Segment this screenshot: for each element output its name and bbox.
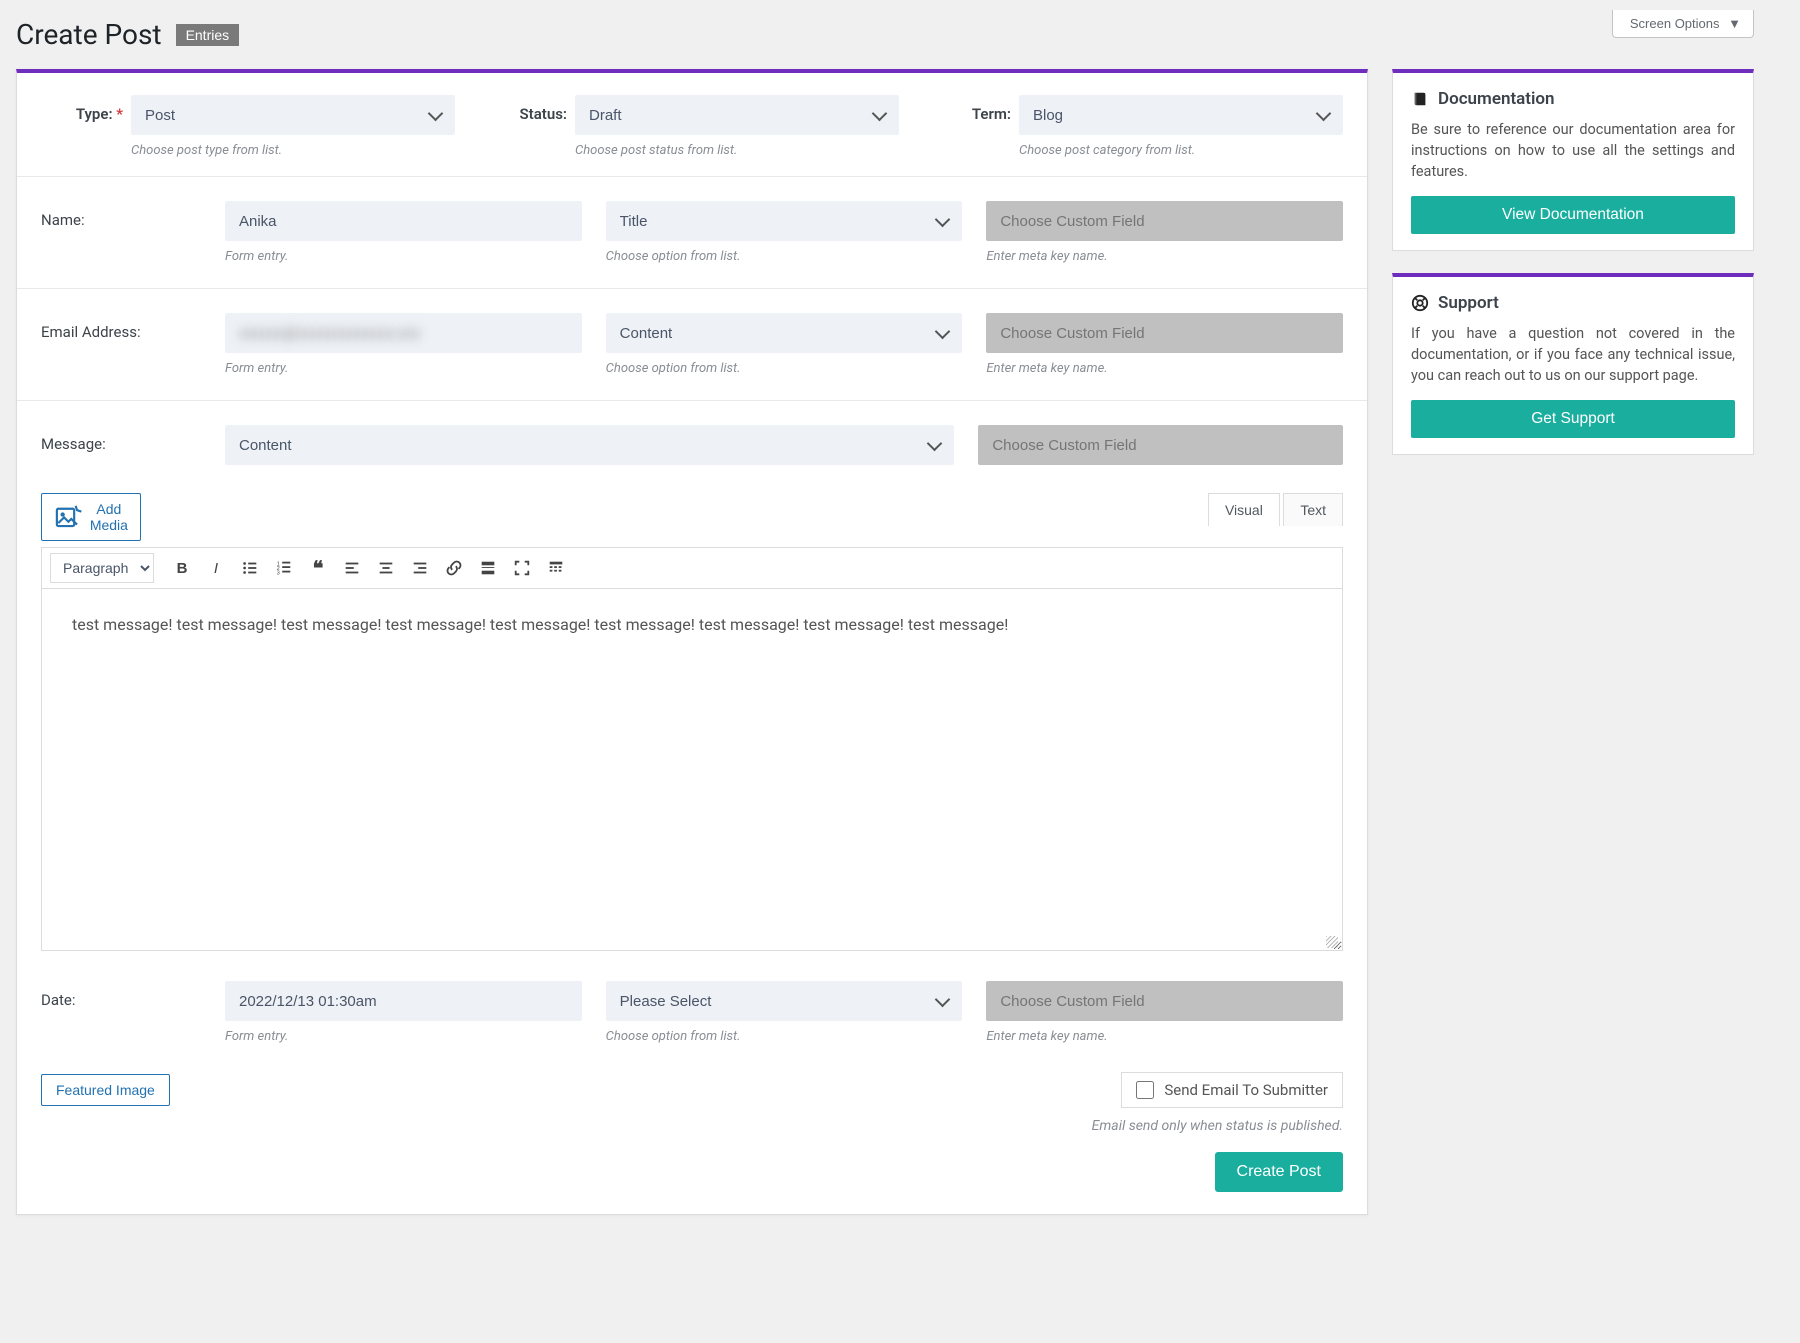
toolbar-toggle-button[interactable] bbox=[540, 553, 572, 583]
send-email-note: Email send only when status is published… bbox=[41, 1118, 1343, 1134]
status-helper: Choose post status from list. bbox=[575, 143, 899, 158]
tab-text[interactable]: Text bbox=[1283, 493, 1343, 526]
email-helper-2: Choose option from list. bbox=[606, 361, 963, 376]
type-label: Type: * bbox=[41, 95, 131, 123]
name-input[interactable] bbox=[225, 201, 582, 241]
svg-text:3: 3 bbox=[277, 570, 280, 576]
link-button[interactable] bbox=[438, 553, 470, 583]
bullet-list-button[interactable] bbox=[234, 553, 266, 583]
name-option-select[interactable]: Title bbox=[606, 201, 963, 241]
send-email-checkbox-wrap[interactable]: Send Email To Submitter bbox=[1121, 1072, 1343, 1108]
message-custom-field[interactable] bbox=[978, 425, 1343, 465]
lifebuoy-icon bbox=[1411, 294, 1429, 312]
send-email-label: Send Email To Submitter bbox=[1164, 1081, 1328, 1099]
name-custom-field[interactable] bbox=[986, 201, 1343, 241]
create-post-button[interactable]: Create Post bbox=[1215, 1152, 1343, 1192]
date-input[interactable] bbox=[225, 981, 582, 1021]
date-helper-2: Choose option from list. bbox=[606, 1029, 963, 1044]
email-custom-field[interactable] bbox=[986, 313, 1343, 353]
message-option-select[interactable]: Content bbox=[225, 425, 954, 465]
term-label: Term: bbox=[929, 95, 1019, 123]
view-documentation-button[interactable]: View Documentation bbox=[1411, 196, 1735, 234]
entries-button[interactable]: Entries bbox=[176, 24, 240, 46]
screen-options-label: Screen Options bbox=[1630, 16, 1720, 31]
screen-options-button[interactable]: Screen Options ▼ bbox=[1612, 10, 1754, 38]
email-helper-1: Form entry. bbox=[225, 361, 582, 376]
quote-button[interactable]: ❝ bbox=[302, 553, 334, 583]
book-icon bbox=[1411, 90, 1429, 108]
message-label: Message: bbox=[41, 425, 201, 453]
status-label: Status: bbox=[485, 95, 575, 123]
date-option-select[interactable]: Please Select bbox=[606, 981, 963, 1021]
name-helper-2: Choose option from list. bbox=[606, 249, 963, 264]
required-asterisk: * bbox=[116, 105, 123, 123]
documentation-panel: Documentation Be sure to reference our d… bbox=[1392, 69, 1754, 251]
term-select[interactable]: Blog bbox=[1019, 95, 1343, 135]
caret-down-icon: ▼ bbox=[1728, 16, 1741, 31]
featured-image-button[interactable]: Featured Image bbox=[41, 1074, 170, 1106]
status-select[interactable]: Draft bbox=[575, 95, 899, 135]
name-helper-3: Enter meta key name. bbox=[986, 249, 1343, 264]
email-input[interactable]: xxxxxx@xxxxxxxxxxxxx.xxx bbox=[225, 313, 582, 353]
term-helper: Choose post category from list. bbox=[1019, 143, 1343, 158]
email-label: Email Address: bbox=[41, 313, 201, 341]
type-select[interactable]: Post bbox=[131, 95, 455, 135]
name-label: Name: bbox=[41, 201, 201, 229]
numbered-list-button[interactable]: 123 bbox=[268, 553, 300, 583]
date-helper-1: Form entry. bbox=[225, 1029, 582, 1044]
support-text: If you have a question not covered in th… bbox=[1411, 323, 1735, 386]
email-helper-3: Enter meta key name. bbox=[986, 361, 1343, 376]
align-center-button[interactable] bbox=[370, 553, 402, 583]
format-select[interactable]: Paragraph bbox=[50, 553, 154, 583]
date-custom-field[interactable] bbox=[986, 981, 1343, 1021]
type-helper: Choose post type from list. bbox=[131, 143, 455, 158]
tab-visual[interactable]: Visual bbox=[1208, 493, 1280, 526]
align-left-button[interactable] bbox=[336, 553, 368, 583]
fullscreen-button[interactable] bbox=[506, 553, 538, 583]
date-label: Date: bbox=[41, 981, 201, 1009]
support-panel: Support If you have a question not cover… bbox=[1392, 273, 1754, 455]
documentation-text: Be sure to reference our documentation a… bbox=[1411, 119, 1735, 182]
name-helper-1: Form entry. bbox=[225, 249, 582, 264]
add-media-button[interactable]: Add Media bbox=[41, 493, 141, 541]
editor-toolbar: Paragraph B I 123 ❝ bbox=[41, 547, 1343, 589]
get-support-button[interactable]: Get Support bbox=[1411, 400, 1735, 438]
send-email-checkbox[interactable] bbox=[1136, 1081, 1154, 1099]
date-helper-3: Enter meta key name. bbox=[986, 1029, 1343, 1044]
email-option-select[interactable]: Content bbox=[606, 313, 963, 353]
editor-textarea[interactable]: test message! test message! test message… bbox=[41, 589, 1343, 951]
bold-button[interactable]: B bbox=[166, 553, 198, 583]
media-icon bbox=[54, 503, 83, 532]
read-more-button[interactable] bbox=[472, 553, 504, 583]
align-right-button[interactable] bbox=[404, 553, 436, 583]
italic-button[interactable]: I bbox=[200, 553, 232, 583]
page-title: Create Post bbox=[16, 18, 162, 51]
